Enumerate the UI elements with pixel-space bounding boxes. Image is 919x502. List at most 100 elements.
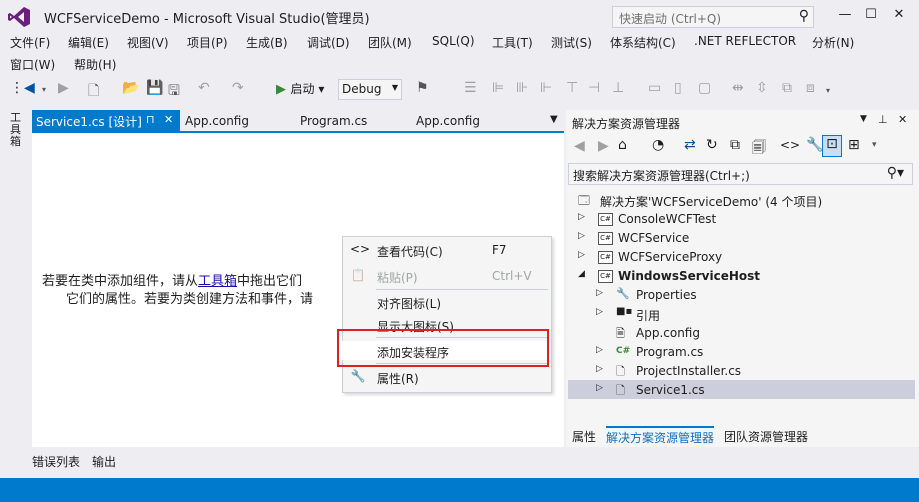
tab-app-config-2[interactable]: App.config [416,114,480,128]
align-left-icon[interactable]: ⊫ [492,80,504,96]
menu-help[interactable]: 帮助(H) [74,56,116,73]
view-designer-icon[interactable]: ⊡ [822,135,842,157]
horizontal-spacing-icon[interactable]: ⇹ [732,80,744,96]
tree-item-references[interactable]: ▷ ■▪ 引用 [568,304,915,323]
tab-error-list[interactable]: 错误列表 [32,453,80,470]
chevron-down-icon[interactable]: ▾ [42,85,46,94]
tab-team-explorer[interactable]: 团队资源管理器 [724,428,808,445]
same-height-icon[interactable]: ▯ [674,80,682,96]
close-button[interactable]: ✕ [886,4,912,26]
tree-item-project[interactable]: ▷ C# ConsoleWCFTest [568,209,915,228]
menu-tools[interactable]: 工具(T) [492,34,533,51]
align-right-icon[interactable]: ⊩ [540,80,552,96]
tree-item-project-installer[interactable]: ▷ 🗋 ProjectInstaller.cs [568,361,915,380]
tab-output[interactable]: 输出 [92,453,116,470]
tree-item-service1-cs[interactable]: ▷ 🗋 Service1.cs [568,380,915,399]
collapse-icon[interactable]: ◢ [578,269,585,279]
tree-item-project-startup[interactable]: ◢ C# WindowsServiceHost [568,266,915,285]
menu-edit[interactable]: 编辑(E) [68,34,109,51]
close-tab-icon[interactable]: ✕ [164,113,173,126]
navigate-back-icon[interactable]: ◀ [24,80,35,96]
comment-icon[interactable]: ☰ [464,80,477,96]
expand-icon[interactable]: ▷ [596,307,603,317]
chevron-down-icon[interactable]: ▾ [872,140,877,150]
menu-net-reflector[interactable]: .NET REFLECTOR [694,34,796,48]
back-icon[interactable]: ◀ [574,138,585,154]
menu-window[interactable]: 窗口(W) [10,56,55,73]
toolbox-link[interactable]: 工具箱 [198,274,237,289]
navigate-forward-icon[interactable]: ▶ [58,80,69,96]
menu-view[interactable]: 视图(V) [127,34,169,51]
window-options-icon[interactable]: ▼ [860,114,867,124]
expand-icon[interactable]: ▷ [596,364,603,374]
expand-icon[interactable]: ▷ [578,231,585,241]
align-bottom-icon[interactable]: ⊥ [612,80,624,96]
same-width-icon[interactable]: ▭ [648,80,661,96]
minimize-button[interactable]: — [832,4,858,26]
pin-icon[interactable]: ⊓ [146,113,155,126]
quick-launch-input[interactable]: 快速启动 (Ctrl+Q) ⚲ [612,6,814,28]
same-size-icon[interactable]: ▢ [698,80,711,96]
tree-item-properties[interactable]: ▷ 🔧 Properties [568,285,915,304]
menu-build[interactable]: 生成(B) [246,34,288,51]
context-menu-line-up-icons[interactable]: 对齐图标(L) [342,292,550,311]
toolbox-tab[interactable]: 工具箱 [10,112,24,148]
collapse-all-icon[interactable]: ⧉ [730,137,740,153]
tab-app-config[interactable]: App.config [185,114,249,128]
tab-solution-explorer[interactable]: 解决方案资源管理器 [606,426,715,446]
tab-program-cs[interactable]: Program.cs [300,114,367,128]
expand-icon[interactable]: ▷ [578,250,585,260]
menu-file[interactable]: 文件(F) [10,34,50,51]
tree-item-app-config[interactable]: 🗎 App.config [568,323,915,342]
forward-icon[interactable]: ▶ [598,138,609,154]
home-icon[interactable]: ⌂ [618,137,627,153]
class-diagram-icon[interactable]: ⊞ [848,137,860,153]
attach-icon[interactable]: ⚑ [416,80,429,96]
tree-item-solution[interactable]: 🗔 解决方案'WCFServiceDemo' (4 个项目) [568,190,915,209]
pending-changes-icon[interactable]: ◔ [652,137,664,153]
tree-item-project[interactable]: ▷ C# WCFServiceProxy [568,247,915,266]
tab-properties[interactable]: 属性 [572,428,596,445]
align-center-icon[interactable]: ⊪ [516,80,528,96]
menu-analyze[interactable]: 分析(N) [812,34,854,51]
context-menu-properties[interactable]: 🔧 属性(R) [342,367,550,386]
save-icon[interactable]: 💾 [146,80,163,96]
expand-icon[interactable]: ▷ [596,345,603,355]
menu-sql[interactable]: SQL(Q) [432,34,475,48]
tab-overflow-icon[interactable]: ▼ [550,114,558,125]
pin-icon[interactable]: ⊥ [878,113,888,126]
expand-icon[interactable]: ▷ [578,212,585,222]
context-menu-view-code[interactable]: <> 查看代码(C) F7 [342,240,550,259]
undo-icon[interactable]: ↶ [198,80,210,96]
menu-team[interactable]: 团队(M) [368,34,412,51]
tree-item-project[interactable]: ▷ C# WCFService [568,228,915,247]
toolbar-options-icon[interactable]: ▾ [826,86,830,95]
menu-architecture[interactable]: 体系结构(C) [610,34,676,51]
open-file-icon[interactable]: 📂 [122,80,139,96]
align-top-icon[interactable]: ⊤ [566,80,578,96]
sync-icon[interactable]: ⇄ [684,137,696,153]
menu-project[interactable]: 项目(P) [187,34,228,51]
expand-icon[interactable]: ▷ [596,383,603,393]
save-all-icon[interactable]: 🖫 [168,80,180,104]
vertical-spacing-icon[interactable]: ⇳ [756,80,768,96]
menu-debug[interactable]: 调试(D) [307,34,350,51]
bring-to-front-icon[interactable]: ⧉ [782,80,792,96]
new-project-icon[interactable]: 🗋 [88,80,99,104]
send-to-back-icon[interactable]: ⧈ [806,80,815,96]
refresh-icon[interactable]: ↻ [706,137,718,153]
close-panel-icon[interactable]: ✕ [898,113,907,126]
redo-icon[interactable]: ↷ [232,80,244,96]
align-middle-icon[interactable]: ⊣ [588,80,600,96]
solution-explorer-search-input[interactable]: 搜索解决方案资源管理器(Ctrl+;) ⚲▾ [568,163,913,185]
show-all-files-icon[interactable]: 🗐 [752,137,766,161]
menu-test[interactable]: 测试(S) [551,34,592,51]
tab-service1-design[interactable]: Service1.cs [设计] ⊓ ✕ [32,110,180,132]
tree-item-program-cs[interactable]: ▷ C# Program.cs [568,342,915,361]
solution-configuration-select[interactable]: Debug ▼ [338,79,402,100]
view-code-icon[interactable]: <> [780,138,800,152]
maximize-button[interactable]: ☐ [858,4,884,26]
properties-icon[interactable]: 🔧 [806,137,823,153]
start-debug-button[interactable]: ▶ 启动 ▾ [276,80,324,97]
context-menu-paste[interactable]: 📋 粘贴(P) Ctrl+V [342,266,550,285]
